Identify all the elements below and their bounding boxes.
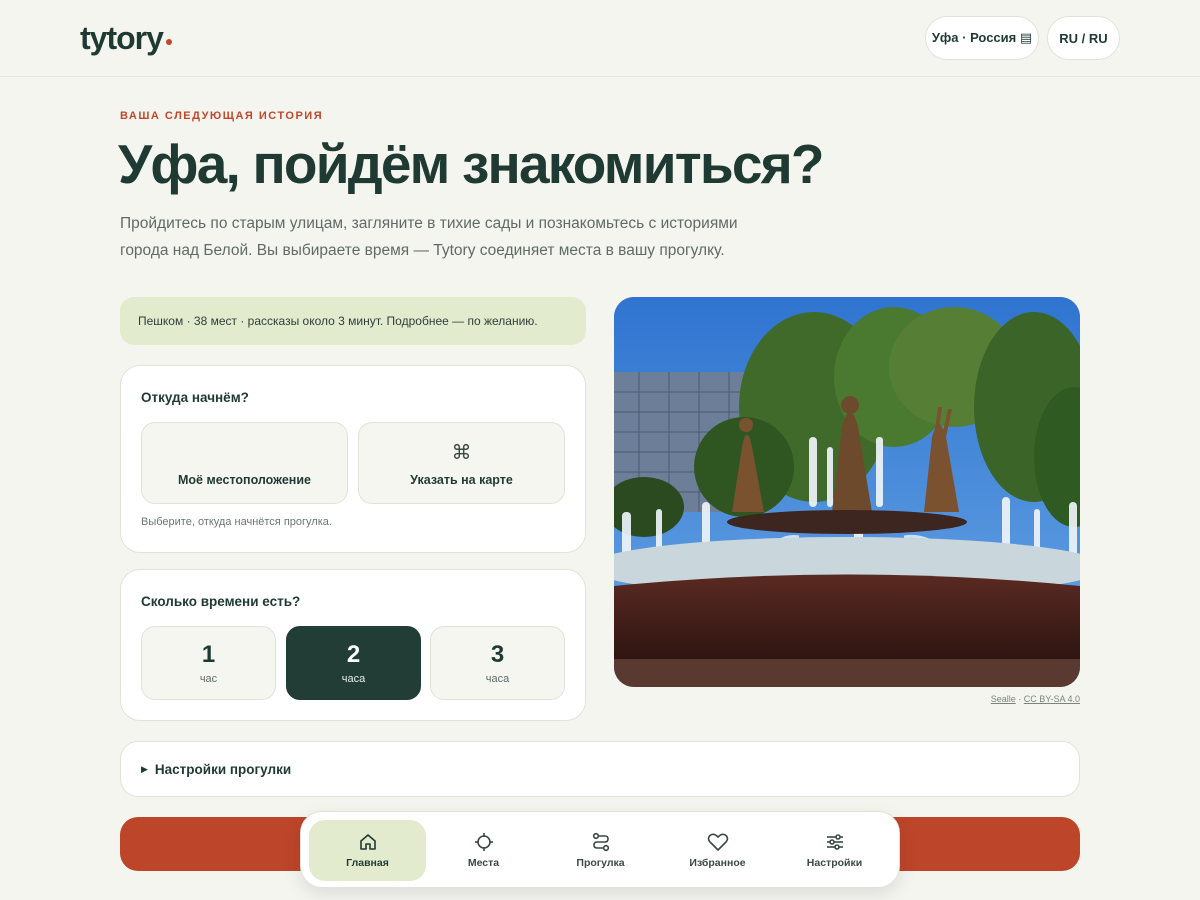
pick-on-map-label: Указать на карте: [410, 473, 513, 487]
duration-option-1h[interactable]: 1 час: [141, 626, 276, 700]
logo-text[interactable]: tytory: [80, 20, 164, 56]
duration-number: 2: [346, 641, 361, 668]
duration-unit: час: [199, 673, 218, 685]
heart-icon: [707, 833, 728, 851]
tab-settings-label: Настройки: [806, 857, 863, 869]
logo[interactable]: tytory: [80, 20, 172, 57]
tab-home-label: Главная: [346, 857, 389, 869]
info-banner: Пешком · 38 мест · рассказы около 3 мину…: [120, 297, 586, 345]
city-selector-button[interactable]: Уфа · Россия ▤: [925, 16, 1039, 60]
photo-license-link[interactable]: CC BY-SA 4.0: [1024, 694, 1080, 704]
duration-card: Сколько времени есть? 1 час 2 часа 3 час…: [120, 569, 586, 721]
credit-separator: ·: [1015, 694, 1024, 704]
crosshair-icon: [474, 833, 493, 851]
my-location-label: Моё местоположение: [177, 473, 311, 487]
walk-settings-label: Настройки прогулки: [154, 761, 292, 777]
duration-number: 3: [490, 641, 505, 668]
duration-option-2h[interactable]: 2 часа: [286, 626, 421, 700]
hero-lead: Пройдитесь по старым улицам, загляните в…: [120, 215, 738, 259]
tab-places-label: Места: [467, 857, 500, 869]
duration-unit: часа: [485, 673, 510, 685]
tab-favorites[interactable]: Избранное: [659, 820, 776, 881]
disclosure-triangle-icon: ▶: [141, 763, 148, 774]
home-icon: [359, 834, 376, 850]
tab-home[interactable]: Главная: [309, 820, 426, 881]
tab-walk[interactable]: Прогулка: [542, 820, 659, 881]
my-location-button[interactable]: Моё местоположение: [141, 422, 348, 504]
photo-author-link[interactable]: Sealle: [991, 694, 1016, 704]
tab-walk-label: Прогулка: [576, 857, 625, 869]
duration-heading: Сколько времени есть?: [141, 594, 301, 609]
photo-credit: Sealle · CC BY-SA 4.0: [988, 694, 1080, 704]
duration-option-3h[interactable]: 3 часа: [430, 626, 565, 700]
tab-settings[interactable]: Настройки: [776, 820, 893, 881]
pick-on-map-button[interactable]: ⌘ Указать на карте: [358, 422, 565, 504]
bottom-tab-bar: Главная Места Прогулка Избранное Настрой…: [300, 811, 900, 888]
start-point-card: Откуда начнём? Моё местоположение ⌘ Указ…: [120, 365, 586, 553]
command-icon: ⌘: [451, 442, 472, 464]
hero-eyebrow: ВАША СЛЕДУЮЩАЯ ИСТОРИЯ: [120, 110, 324, 122]
page-title: Уфа, пойдём знакомиться?: [118, 133, 825, 195]
duration-number: 1: [201, 641, 216, 668]
duration-unit: часа: [341, 673, 366, 685]
language-selector-button[interactable]: RU / RU: [1047, 16, 1120, 60]
sliders-icon: [826, 834, 843, 850]
logo-dot: [165, 39, 172, 45]
header: tytory Уфа · Россия ▤ RU / RU: [0, 0, 1200, 77]
fountain-photo-illustration: [614, 297, 1080, 687]
tab-places[interactable]: Места: [425, 820, 542, 881]
city-photo: [614, 297, 1080, 687]
start-point-hint: Выберите, откуда начнётся прогулка.: [141, 516, 332, 528]
route-icon: [592, 832, 609, 852]
tab-favorites-label: Избранное: [689, 857, 746, 869]
start-point-heading: Откуда начнём?: [141, 390, 249, 405]
walk-settings-toggle[interactable]: ▶ Настройки прогулки: [120, 741, 1080, 797]
